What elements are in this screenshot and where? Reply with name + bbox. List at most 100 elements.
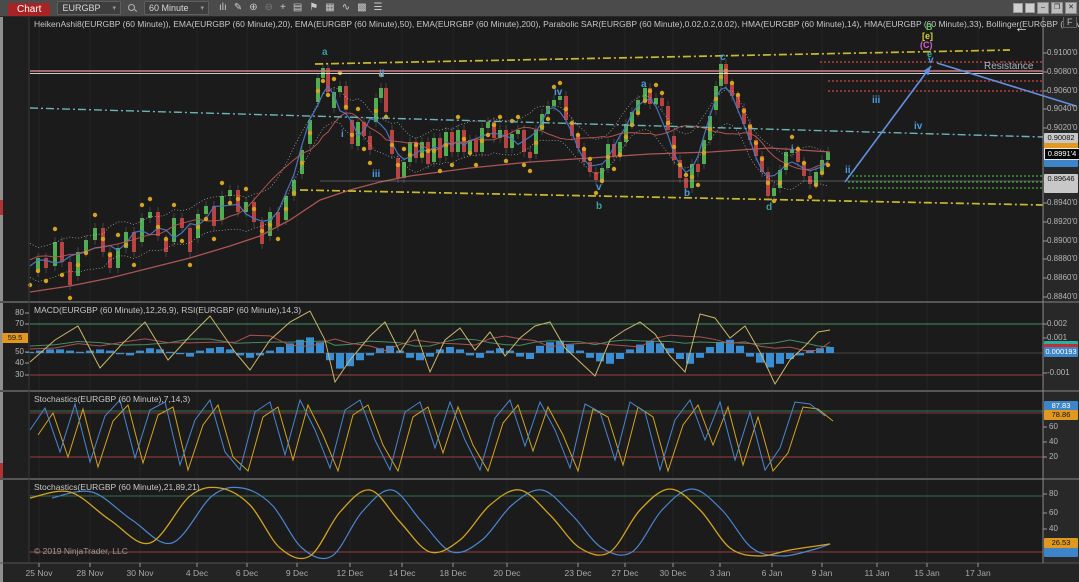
- instrument-link-button[interactable]: [1013, 3, 1023, 13]
- chevron-down-icon: ▾: [201, 4, 205, 12]
- panel4-label: Stochastics(EURGBP (60 Minute),21,89,21): [34, 482, 200, 492]
- date-axis-label: 14 Dec: [379, 568, 425, 578]
- price-axis-tick: 0.8920'0: [1047, 217, 1079, 226]
- macd-value-marker: 0.000193: [1044, 347, 1078, 357]
- interval-link-button[interactable]: [1025, 3, 1035, 13]
- wave-label[interactable]: ii: [845, 166, 851, 176]
- chevron-down-icon: ▾: [112, 4, 116, 12]
- date-axis-label: 9 Jan: [799, 568, 845, 578]
- indicator-list-label: HeikenAshi8(EURGBP (60 Minute)), EMA(EUR…: [34, 19, 1079, 29]
- price-axis-tick: 0.9080'0: [1047, 67, 1079, 76]
- price-axis-tick: 0.9040'0: [1047, 104, 1079, 113]
- close-button[interactable]: ✕: [1065, 2, 1077, 14]
- price-marker: 0.90082: [1044, 133, 1078, 143]
- price-axis-tick: 0.9060'0: [1047, 86, 1079, 95]
- date-axis-label: 17 Jan: [955, 568, 1001, 578]
- wave-label[interactable]: b: [684, 189, 690, 199]
- price-axis-tick: 0.9020'0: [1047, 123, 1079, 132]
- chart-style-icon[interactable]: ılı: [219, 1, 227, 15]
- interval-dropdown-value: 60 Minute: [149, 3, 189, 13]
- tab-chart[interactable]: Chart: [8, 3, 50, 16]
- price-axis-tick: 0.8900'0: [1047, 236, 1079, 245]
- panel2-label: MACD(EURGBP (60 Minute),12,26,9), RSI(EU…: [34, 305, 301, 315]
- stoch-axis-tick: 80: [1049, 489, 1079, 498]
- rsi-value-marker: 59.5: [2, 333, 28, 343]
- wave-label[interactable]: iii: [372, 170, 380, 180]
- stoch-value-marker: 78.86: [1044, 410, 1078, 420]
- rsi-axis-tick: 50: [0, 347, 24, 356]
- stoch-axis-tick: 20: [1049, 452, 1079, 461]
- date-axis-label: 3 Jan: [697, 568, 743, 578]
- data-box-icon[interactable]: ▤: [293, 1, 302, 15]
- wave-label[interactable]: c: [720, 53, 726, 63]
- date-axis-label: 28 Nov: [67, 568, 113, 578]
- minimize-button[interactable]: –: [1037, 2, 1049, 14]
- rsi-axis-tick: 80: [0, 308, 24, 317]
- date-axis-label: 6 Jan: [749, 568, 795, 578]
- date-axis-label: 9 Dec: [274, 568, 320, 578]
- stoch-axis-tick: 60: [1049, 422, 1079, 431]
- price-marker: 0.89646: [1044, 174, 1078, 184]
- stoch-axis-tick: 60: [1049, 508, 1079, 517]
- instrument-dropdown[interactable]: EURGBP ▾: [57, 1, 121, 15]
- macd-axis-tick: -0.001: [1047, 368, 1079, 377]
- chart-trader-icon[interactable]: ⚑: [309, 1, 318, 15]
- date-axis-label: 27 Dec: [602, 568, 648, 578]
- price-axis-tick: 0.9100'0: [1047, 48, 1079, 57]
- wave-label[interactable]: v: [596, 183, 602, 193]
- stoch-value-marker: 26.53: [1044, 538, 1078, 548]
- stoch-axis-tick: 40: [1049, 524, 1079, 533]
- search-icon[interactable]: [127, 3, 137, 13]
- wave-label[interactable]: i: [341, 130, 344, 140]
- chart-canvas[interactable]: [0, 0, 1079, 582]
- date-axis-label: 30 Nov: [117, 568, 163, 578]
- price-axis-tick: 0.8860'0: [1047, 273, 1079, 282]
- regression-icon[interactable]: ∿: [342, 1, 350, 15]
- search-icon-handle: [134, 9, 137, 12]
- indicators-icon[interactable]: ▩: [357, 1, 366, 15]
- macd-axis-tick: 0.002: [1047, 319, 1079, 328]
- wave-label[interactable]: d: [766, 203, 772, 213]
- stoch-axis-tick: 40: [1049, 437, 1079, 446]
- properties-icon[interactable]: ☰: [374, 1, 383, 15]
- date-axis-label: 18 Dec: [430, 568, 476, 578]
- chart-window: HeikenAshi8(EURGBP (60 Minute)), EMA(EUR…: [0, 0, 1079, 582]
- date-axis-label: 30 Dec: [650, 568, 696, 578]
- date-axis-label: 6 Dec: [224, 568, 270, 578]
- date-axis-label: 4 Dec: [174, 568, 220, 578]
- wave-label[interactable]: ii: [379, 70, 385, 80]
- resistance-label[interactable]: Resistance: [984, 61, 1033, 72]
- fixed-scale-indicator[interactable]: F: [1063, 16, 1077, 28]
- price-marker-sliver: [1044, 183, 1078, 193]
- wave-label[interactable]: a: [641, 80, 647, 90]
- copyright-label: © 2019 NinjaTrader, LLC: [34, 546, 128, 556]
- wave-label[interactable]: iii: [872, 96, 880, 106]
- instrument-dropdown-value: EURGBP: [62, 3, 100, 13]
- wave-label[interactable]: iv: [914, 122, 922, 132]
- date-axis-label: 15 Jan: [904, 568, 950, 578]
- date-axis-label: 25 Nov: [16, 568, 62, 578]
- stoch-marker-sliver: [1044, 547, 1078, 557]
- date-axis-label: 12 Dec: [327, 568, 373, 578]
- zoom-in-icon[interactable]: ⊕: [249, 1, 257, 15]
- restore-button[interactable]: ❐: [1051, 2, 1063, 14]
- drawing-tools-icon[interactable]: ✎: [234, 1, 242, 15]
- crosshair-icon[interactable]: +: [280, 1, 286, 15]
- degree-label[interactable]: e: [927, 49, 932, 59]
- wave-label[interactable]: iv: [554, 88, 562, 98]
- snapshot-icon[interactable]: ▦: [325, 1, 334, 15]
- zoom-out-icon[interactable]: ⊖: [265, 1, 273, 15]
- date-axis-label: 20 Dec: [484, 568, 530, 578]
- chart-toolbar: Chart EURGBP ▾ 60 Minute ▾ ılı ✎ ⊕ ⊖ + ▤ ⚑ ▦ ∿ ▩ ☰…: [0, 0, 1079, 17]
- scroll-back-button[interactable]: ←: [1014, 20, 1029, 35]
- price-axis-tick: 0.8840'0: [1047, 292, 1079, 301]
- rsi-axis-tick: 40: [0, 358, 24, 367]
- date-axis-label: 23 Dec: [555, 568, 601, 578]
- interval-dropdown[interactable]: 60 Minute ▾: [144, 1, 209, 15]
- wave-label[interactable]: i: [791, 145, 794, 155]
- panel3-label: Stochastics(EURGBP (60 Minute),7,14,3): [34, 394, 190, 404]
- wave-label[interactable]: a: [322, 48, 328, 58]
- rsi-axis-tick: 70: [0, 319, 24, 328]
- wave-label[interactable]: b: [596, 202, 602, 212]
- date-axis-label: 11 Jan: [854, 568, 900, 578]
